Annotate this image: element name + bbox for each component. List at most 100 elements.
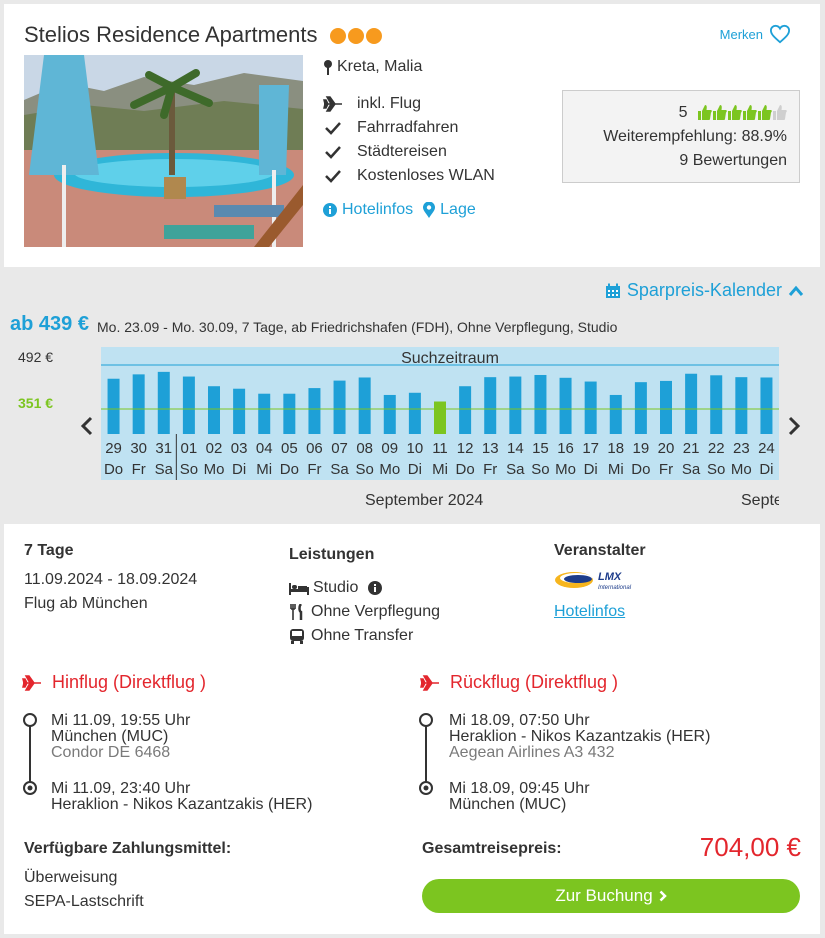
price-bar[interactable]: [107, 378, 120, 434]
rating-box[interactable]: 5 Weiterempfehlung: 88.9% 9 Bewertungen: [562, 90, 800, 183]
lmx-logo-subtext: International: [598, 585, 632, 591]
travel-dates: 11.09.2024 - 18.09.2024: [24, 571, 198, 588]
recommendation-rate: Weiterempfehlung: 88.9%: [603, 128, 787, 145]
zur-buchung-button[interactable]: Zur Buchung: [422, 879, 800, 913]
hotel-rating-dots: [329, 28, 382, 45]
calendar-summary: Mo. 23.09 - Mo. 30.09, 7 Tage, ab Friedr…: [97, 319, 618, 335]
hotel-links: Hotelinfos Lage: [323, 201, 476, 219]
price-bar[interactable]: [157, 371, 170, 434]
total-label: Gesamtreisepreis:: [422, 840, 562, 857]
return-departure: Mi 18.09, 07:50 Uhr Heraklion - Nikos Ka…: [449, 712, 711, 761]
price-low-label: 351 €: [18, 395, 54, 411]
day-label: 21: [683, 440, 700, 457]
outbound-flight-header: Hinflug (Direktflug ): [22, 672, 206, 693]
price-bar[interactable]: [434, 401, 446, 434]
price-bar[interactable]: [760, 377, 773, 434]
price-high-label: 492 €: [18, 349, 54, 365]
weekday-label: Fr: [307, 461, 321, 478]
payment-method: Überweisung: [24, 869, 118, 886]
lmx-logo: LMX International: [554, 568, 634, 592]
hotel-photo[interactable]: [24, 55, 303, 247]
day-label: 08: [356, 440, 373, 457]
chart-next-button[interactable]: [787, 415, 801, 443]
price-bar[interactable]: [383, 394, 396, 434]
hotelinfos-link[interactable]: Hotelinfos: [323, 201, 413, 219]
hotel-title[interactable]: Stelios Residence Apartments: [24, 22, 382, 48]
return-timeline: [418, 712, 434, 796]
chevron-left-icon: [80, 416, 93, 436]
duration: 7 Tage: [24, 542, 74, 559]
weekday-label: Do: [456, 461, 475, 478]
price-bar[interactable]: [408, 392, 421, 434]
lage-link[interactable]: Lage: [423, 201, 476, 219]
return-flight-header: Rückflug (Direktflug ): [420, 672, 618, 693]
lmx-logo-text: LMX: [598, 571, 622, 583]
day-label: 16: [557, 440, 574, 457]
review-count: 9 Bewertungen: [679, 152, 787, 169]
rating-dot: [365, 28, 382, 45]
weekday-label: Mo: [731, 461, 752, 478]
price-bar[interactable]: [258, 393, 271, 434]
weekday-label: Do: [104, 461, 123, 478]
day-label: 18: [607, 440, 624, 457]
price-bar[interactable]: [208, 386, 220, 434]
price-bar[interactable]: [308, 388, 321, 434]
veranstalter-hotelinfos-link[interactable]: Hotelinfos: [554, 600, 625, 624]
day-label: 17: [582, 440, 599, 457]
price-bar[interactable]: [559, 377, 572, 434]
return-carrier: Aegean Airlines A3 432: [449, 744, 615, 761]
day-label: 01: [181, 440, 198, 457]
price-bar[interactable]: [660, 380, 672, 434]
rating-score-row: 5: [575, 101, 787, 125]
price-bar[interactable]: [182, 376, 195, 434]
weekday-label: Do: [280, 461, 299, 478]
price-calendar-svg: 29 Do 30 Fr 31 Sa 01 So 02 Mo 03 Di 04 Mi 05 Do 06 Fr 07 Sa…: [101, 350, 779, 480]
info-icon: [323, 203, 337, 217]
calendar-icon: [605, 283, 620, 298]
price-bar[interactable]: [509, 376, 522, 434]
from-price: ab 439 €: [10, 313, 89, 335]
hotel-photo-image: [24, 55, 303, 247]
check-icon: [325, 146, 341, 159]
day-label: 19: [633, 440, 650, 457]
plane-icon: [420, 674, 439, 691]
bus-icon: [290, 629, 304, 644]
leistungen-title: Leistungen: [289, 546, 375, 563]
price-bar[interactable]: [132, 374, 145, 434]
price-bar[interactable]: [710, 375, 723, 434]
sparpreis-kalender-toggle[interactable]: Sparpreis-Kalender: [605, 280, 804, 301]
map-marker-icon: [423, 202, 436, 218]
chevron-up-icon: [788, 285, 804, 296]
merken-button[interactable]: Merken: [720, 24, 791, 44]
price-bar[interactable]: [685, 373, 698, 434]
bed-icon: [289, 583, 309, 595]
heart-icon: [769, 24, 791, 44]
timeline-graphic: [23, 713, 37, 795]
price-bar[interactable]: [634, 382, 647, 434]
weekday-label: So: [355, 461, 373, 478]
price-bar[interactable]: [333, 380, 346, 434]
price-bar[interactable]: [584, 381, 597, 434]
rating-dot: [347, 28, 364, 45]
price-bar[interactable]: [609, 394, 622, 434]
day-label: 10: [407, 440, 424, 457]
price-bar[interactable]: [358, 377, 371, 434]
info-icon[interactable]: [368, 581, 383, 595]
chart-prev-button[interactable]: [80, 415, 94, 443]
rating-dot: [329, 28, 346, 45]
price-bar[interactable]: [534, 374, 547, 434]
thumbs-up-empty-icon: [773, 105, 787, 121]
outbound-arrival: Mi 11.09, 23:40 Uhr Heraklion - Nikos Ka…: [51, 780, 313, 813]
weekday-label: Fr: [659, 461, 673, 478]
weekday-label: Mi: [432, 461, 448, 478]
weekday-label: Di: [759, 461, 773, 478]
price-bar[interactable]: [283, 393, 296, 434]
month-label-next: Septe: [741, 492, 779, 509]
day-label: 15: [532, 440, 549, 457]
price-bar[interactable]: [484, 377, 497, 434]
price-bar[interactable]: [233, 388, 246, 434]
price-bar[interactable]: [459, 386, 472, 434]
price-bar[interactable]: [735, 377, 748, 434]
weekday-label: Sa: [155, 461, 174, 478]
thumbs-up-icon: [728, 105, 742, 121]
